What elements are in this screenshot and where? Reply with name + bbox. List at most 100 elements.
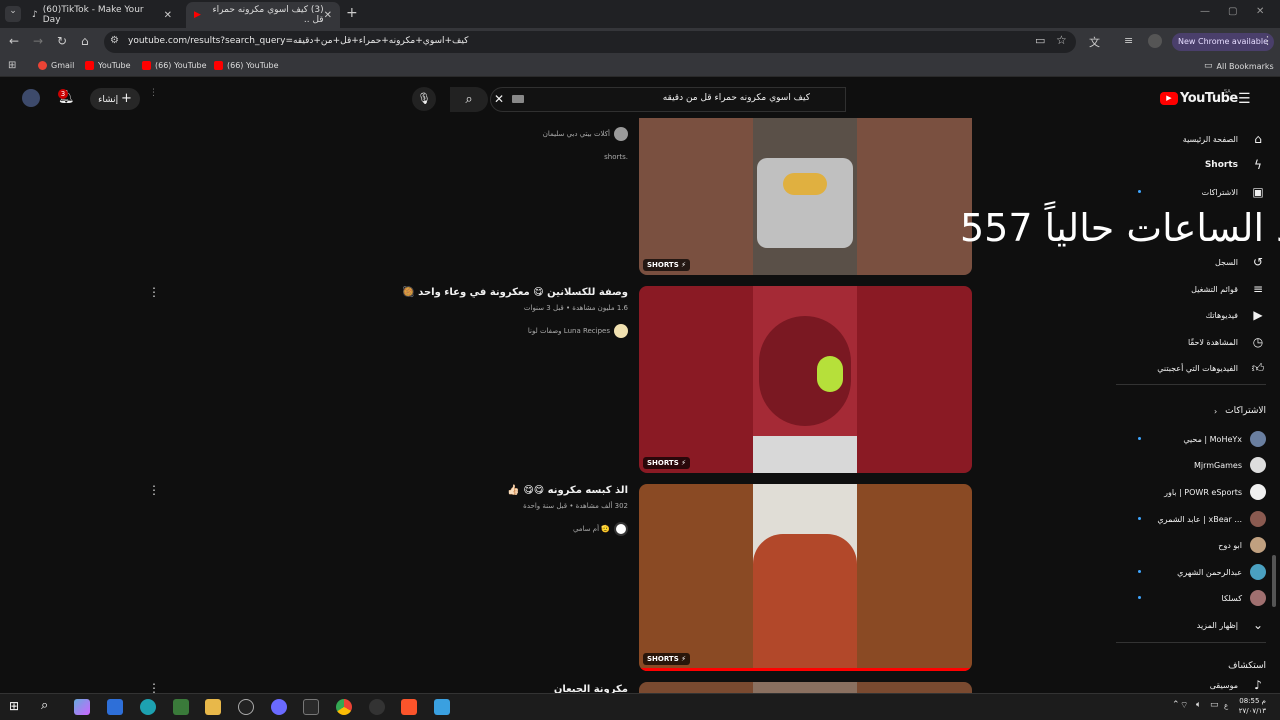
chrome-icon[interactable] [336, 699, 352, 715]
copilot-icon[interactable] [74, 699, 90, 715]
description-snippet: shorts. [604, 153, 628, 161]
back-icon[interactable]: ← [9, 34, 19, 48]
close-tab-icon[interactable]: ✕ [324, 10, 332, 21]
sidebar-item-subscription[interactable]: باور | POWR eSports [1116, 480, 1266, 504]
youtube-icon: ▶ [194, 10, 201, 20]
site-info-icon[interactable]: ⚙ [110, 35, 119, 46]
sidebar-item-watch-later[interactable]: المشاهدة لاحقًا ◷ [1116, 330, 1266, 354]
reading-list-icon[interactable]: ≡ [1124, 34, 1133, 47]
cast-icon[interactable]: ▭ [1035, 34, 1045, 47]
forward-icon[interactable]: → [33, 34, 43, 48]
video-thumbnail[interactable] [639, 682, 972, 693]
chevron-left-icon: › [1213, 406, 1218, 416]
app-icon[interactable] [238, 699, 254, 715]
obs-icon[interactable] [369, 699, 385, 715]
bookmark-youtube-66[interactable]: (66) YouTube [142, 61, 207, 70]
sidebar-item-playlists[interactable]: قوائم التشغيل ≡ [1116, 277, 1266, 301]
video-thumbnail[interactable]: SHORTS ⚡ [639, 484, 972, 671]
new-tab-button[interactable]: + [346, 5, 358, 21]
video-menu-icon[interactable]: ⋮ [148, 483, 160, 497]
notification-badge: 3 [58, 89, 68, 99]
sidebar-item-home[interactable]: الصفحة الرئيسية ⌂ [1116, 127, 1266, 151]
chrome-menu-icon[interactable]: ⋮ [1262, 34, 1273, 47]
new-content-dot [1138, 517, 1141, 520]
url-text[interactable]: youtube.com/results?search_query=كيف+اسو… [128, 36, 468, 46]
search-icon: ⌕ [465, 92, 473, 107]
new-chrome-available-button[interactable]: New Chrome available [1172, 33, 1275, 51]
new-content-dot [1138, 437, 1141, 440]
tab-youtube[interactable]: ▶ (3) كيف اسوي مكرونه حمراء قل .. ✕ [186, 2, 340, 28]
brave-icon[interactable] [401, 699, 417, 715]
sidebar-divider [1116, 642, 1266, 643]
reload-icon[interactable]: ↻ [57, 34, 67, 48]
tab-tiktok[interactable]: ♪ (60)TikTok - Make Your Day ✕ [24, 2, 180, 28]
voice-search-icon[interactable]: 🎙︎ [412, 87, 436, 111]
sidebar-item-subscription[interactable]: MjrmGames [1116, 453, 1266, 477]
all-bookmarks[interactable]: ▭ All Bookmarks [1204, 61, 1274, 71]
create-button[interactable]: إنشاء + [90, 88, 140, 110]
bookmark-youtube[interactable]: YouTube [85, 61, 131, 70]
close-tab-icon[interactable]: ✕ [164, 10, 172, 21]
clear-search-icon[interactable]: ✕ [494, 92, 504, 106]
region-code: SA [1224, 89, 1231, 95]
video-meta: 1.6 مليون مشاهدة • قبل 3 سنوات [523, 304, 628, 312]
liked-icon: 👍︎ [1251, 360, 1265, 375]
tab-search-button[interactable]: ⌄ [5, 6, 21, 22]
menu-hamburger-icon[interactable]: ☰ [1238, 91, 1251, 107]
subscriptions-header[interactable]: › الاشتراكات [1116, 399, 1266, 423]
terminal-icon[interactable] [303, 699, 319, 715]
sidebar-item-liked-videos[interactable]: الفيديوهات التي أعجبتني 👍︎ [1116, 356, 1266, 380]
video-thumbnail[interactable]: SHORTS ⚡ [639, 118, 972, 275]
sponge-shape [817, 356, 843, 392]
channel-row[interactable]: أكلات بيتي دبي سليمان [420, 127, 628, 141]
bookmark-youtube-66[interactable]: (66) YouTube [214, 61, 279, 70]
sidebar-item-music[interactable]: موسيقى ♪ [1116, 678, 1266, 692]
video-menu-icon[interactable]: ⋮ [148, 285, 160, 299]
home-browser-icon[interactable]: ⌂ [81, 34, 89, 48]
edge-icon[interactable] [140, 699, 156, 715]
more-icon[interactable]: ⋮ [149, 88, 158, 98]
ms-store-icon[interactable] [173, 699, 189, 715]
hours-count-overlay: عدد الساعات حالياً 557 [960, 206, 1280, 250]
maximize-button[interactable]: ▢ [1228, 6, 1237, 17]
thumb-image [753, 118, 857, 275]
shorts-badge: SHORTS ⚡ [643, 457, 691, 469]
sidebar-scrollbar[interactable] [1272, 555, 1276, 607]
thumb-image [753, 286, 857, 473]
taskbar-clock[interactable]: 08:55 م ٢٧/٠٧/١٣ [1214, 696, 1266, 716]
profile-avatar[interactable] [1148, 34, 1162, 48]
sidebar-item-your-videos[interactable]: فيديوهاتك ▶ [1116, 303, 1266, 327]
new-content-dot [1138, 190, 1141, 193]
bookmark-gmail[interactable]: Gmail [38, 61, 74, 70]
minimize-button[interactable]: — [1200, 6, 1210, 17]
sidebar-divider [1116, 384, 1266, 385]
subscriptions-icon: ▣ [1252, 185, 1264, 199]
sidebar-item-history[interactable]: السجل ↺ [1116, 250, 1266, 274]
apps-grid-icon[interactable]: ⊞ [8, 60, 16, 71]
store-icon[interactable] [107, 699, 123, 715]
translate-icon[interactable]: 文 [1089, 34, 1100, 50]
file-explorer-icon[interactable] [205, 699, 221, 715]
account-avatar[interactable] [22, 89, 40, 107]
sidebar-item-shorts[interactable]: Shorts ϟ [1116, 153, 1266, 177]
video-title[interactable]: الذ كبسه مكرونه 😋😋 👍🏻 [380, 485, 628, 496]
taskbar-search-icon[interactable]: ⌕ [41, 698, 48, 713]
windows-start-icon[interactable]: ⊞ [9, 699, 19, 713]
volume-icon[interactable]: 🔈︎ [1196, 700, 1201, 710]
close-window-button[interactable]: ✕ [1256, 6, 1264, 17]
channel-row[interactable]: وصفات لونا Luna Recipes [380, 324, 628, 338]
sidebar-item-subscription[interactable]: ابو دوح [1116, 533, 1266, 557]
google-icon [38, 61, 47, 70]
network-icon[interactable]: ⌔ [1180, 700, 1188, 711]
bookmark-star-icon[interactable]: ☆ [1056, 33, 1067, 47]
channel-avatar [614, 522, 628, 536]
search-button[interactable]: ⌕ [450, 87, 488, 112]
tray-chevron-icon[interactable]: ⌃ [1172, 700, 1180, 710]
video-title[interactable]: وصفة للكسلانين 😋 معكرونة في وعاء واحد 🥘 [380, 287, 628, 298]
channel-row[interactable]: أم سامي 🫡 [380, 522, 628, 536]
search-query-text[interactable]: كيف اسوي مكرونه حمراء قل من دقيقه [520, 93, 810, 103]
video-thumbnail[interactable]: SHORTS ⚡ [639, 286, 972, 473]
show-more-button[interactable]: إظهار المزيد ⌄ [1116, 613, 1266, 637]
discord-icon[interactable] [271, 699, 287, 715]
app-icon[interactable] [434, 699, 450, 715]
